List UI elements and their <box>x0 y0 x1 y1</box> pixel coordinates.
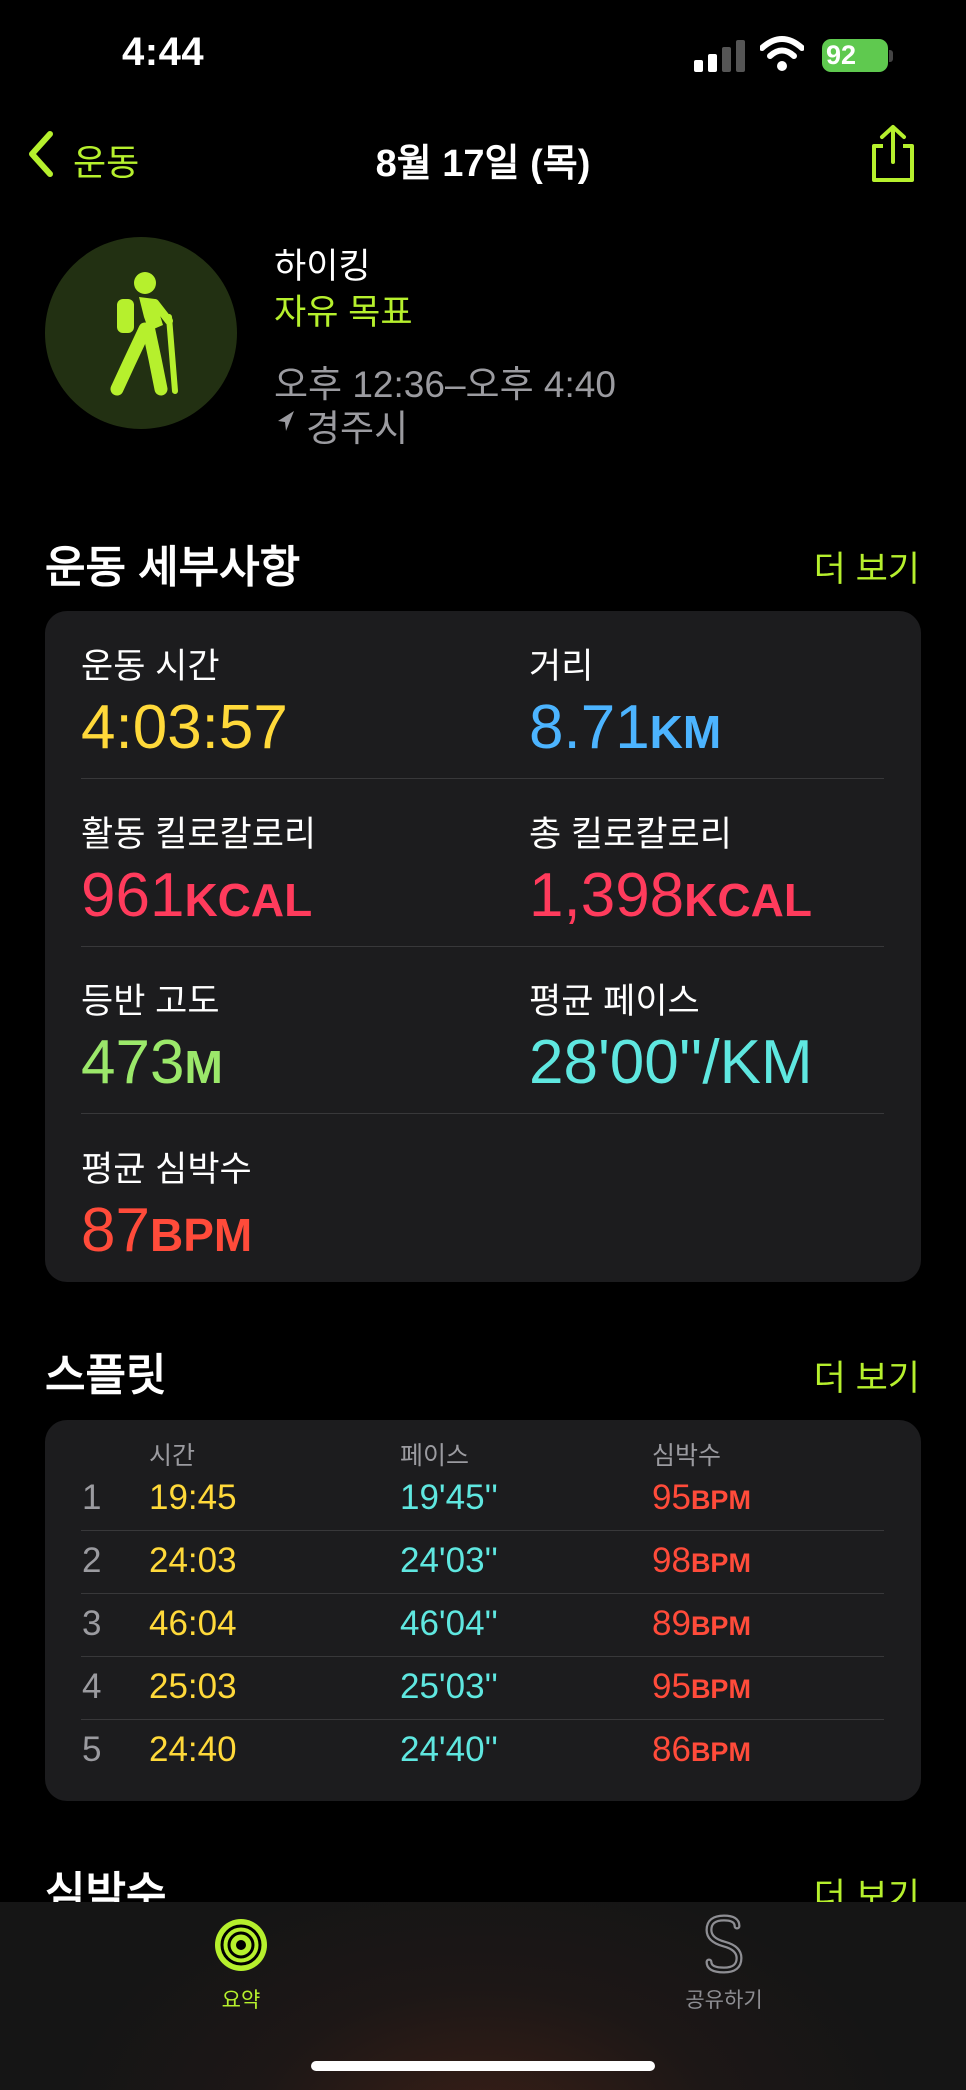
split-index: 4 <box>82 1667 102 1706</box>
split-index: 5 <box>82 1730 102 1769</box>
page-title: 8월 17일 (목) <box>375 143 591 185</box>
workout-type-badge <box>45 237 237 429</box>
split-index: 2 <box>82 1541 102 1580</box>
split-time: 24:40 <box>149 1730 237 1769</box>
metric-average-heart-rate: 평균 심박수 87BPM <box>81 1141 252 1262</box>
split-time: 19:45 <box>149 1478 237 1517</box>
details-section-title: 운동 세부사항 <box>45 543 301 592</box>
splits-section-title: 스플릿 <box>45 1351 167 1400</box>
wifi-icon <box>760 36 804 71</box>
split-heart-rate: 86BPM <box>652 1730 751 1769</box>
metric-average-pace: 평균 페이스 28'00''/KM <box>529 973 813 1094</box>
divider <box>81 1719 884 1720</box>
split-heart-rate: 95BPM <box>652 1667 751 1706</box>
divider <box>81 1113 884 1114</box>
workout-type: 하이킹 <box>274 247 371 286</box>
tab-summary[interactable]: 요약 <box>200 1984 282 2014</box>
metric-label: 총 킬로칼로리 <box>529 815 732 854</box>
split-row: 4 25:03 25'03'' 95BPM <box>0 1667 966 1707</box>
hiking-figure-icon <box>110 272 178 396</box>
splits-more-button[interactable]: 더 보기 <box>814 1350 920 1401</box>
split-pace: 46'04'' <box>400 1604 498 1643</box>
divider <box>81 946 884 947</box>
share-icon[interactable] <box>866 124 920 184</box>
metric-label: 평균 페이스 <box>529 982 700 1021</box>
metric-value: 1,398KCAL <box>529 861 812 930</box>
metric-total-calories: 총 킬로칼로리 1,398KCAL <box>529 806 812 927</box>
split-row: 2 24:03 24'03'' 98BPM <box>0 1541 966 1581</box>
split-row: 3 46:04 46'04'' 89BPM <box>0 1604 966 1644</box>
metric-label: 평균 심박수 <box>81 1150 252 1189</box>
metric-unit: BPM <box>149 1209 253 1261</box>
divider <box>81 1530 884 1531</box>
metric-unit: KM <box>649 706 722 758</box>
metric-elevation-gain: 등반 고도 473M <box>81 973 223 1094</box>
metric-workout-time: 운동 시간 4:03:57 <box>81 638 288 759</box>
sharing-s-icon[interactable] <box>697 1914 751 1974</box>
metric-value: 8.71KM <box>529 693 722 762</box>
split-time: 46:04 <box>149 1604 237 1643</box>
activity-rings-icon[interactable] <box>213 1917 269 1973</box>
metric-value: 473M <box>81 1028 223 1097</box>
divider <box>81 1656 884 1657</box>
split-heart-rate: 89BPM <box>652 1604 751 1643</box>
splits-header-heart-rate: 심박수 <box>652 1442 722 1470</box>
battery-icon: 92 <box>822 39 888 72</box>
split-pace: 24'03'' <box>400 1541 498 1580</box>
split-heart-rate: 95BPM <box>652 1478 751 1517</box>
metric-label: 등반 고도 <box>81 982 220 1021</box>
splits-header-time: 시간 <box>149 1442 196 1470</box>
split-row: 1 19:45 19'45'' 95BPM <box>0 1478 966 1518</box>
splits-header-pace: 페이스 <box>400 1442 470 1470</box>
split-pace: 25'03'' <box>400 1667 498 1706</box>
metric-value: 4:03:57 <box>81 693 288 762</box>
split-heart-rate: 98BPM <box>652 1541 751 1580</box>
split-time: 24:03 <box>149 1541 237 1580</box>
location-arrow-icon <box>278 411 294 431</box>
tab-sharing[interactable]: 공유하기 <box>664 1984 784 2014</box>
divider <box>81 1593 884 1594</box>
metric-value: 28'00''/KM <box>529 1028 813 1097</box>
split-pace: 24'40'' <box>400 1730 498 1769</box>
home-indicator[interactable] <box>311 2061 655 2071</box>
cellular-signal-icon <box>694 38 746 72</box>
metric-distance: 거리 8.71KM <box>529 638 721 759</box>
metric-unit: KCAL <box>684 874 812 926</box>
details-more-button[interactable]: 더 보기 <box>814 541 920 592</box>
split-pace: 19'45'' <box>400 1478 498 1517</box>
split-index: 1 <box>82 1478 102 1517</box>
split-index: 3 <box>82 1604 102 1643</box>
metric-label: 거리 <box>529 647 594 686</box>
metric-unit: M <box>184 1041 223 1093</box>
battery-level: 92 <box>826 40 857 70</box>
split-row: 5 24:40 24'40'' 86BPM <box>0 1730 966 1770</box>
metric-value: 961KCAL <box>81 861 313 930</box>
workout-goal: 자유 목표 <box>274 293 413 332</box>
metric-label: 운동 시간 <box>81 647 220 686</box>
metric-active-calories: 활동 킬로칼로리 961KCAL <box>81 806 316 927</box>
workout-location: 경주시 <box>306 408 409 449</box>
metric-value: 87BPM <box>81 1196 253 1265</box>
metric-label: 활동 킬로칼로리 <box>81 815 317 854</box>
battery-tip <box>889 50 893 62</box>
metric-unit: KCAL <box>184 874 313 926</box>
status-time: 4:44 <box>122 30 205 74</box>
divider <box>81 778 884 779</box>
split-time: 25:03 <box>149 1667 237 1706</box>
